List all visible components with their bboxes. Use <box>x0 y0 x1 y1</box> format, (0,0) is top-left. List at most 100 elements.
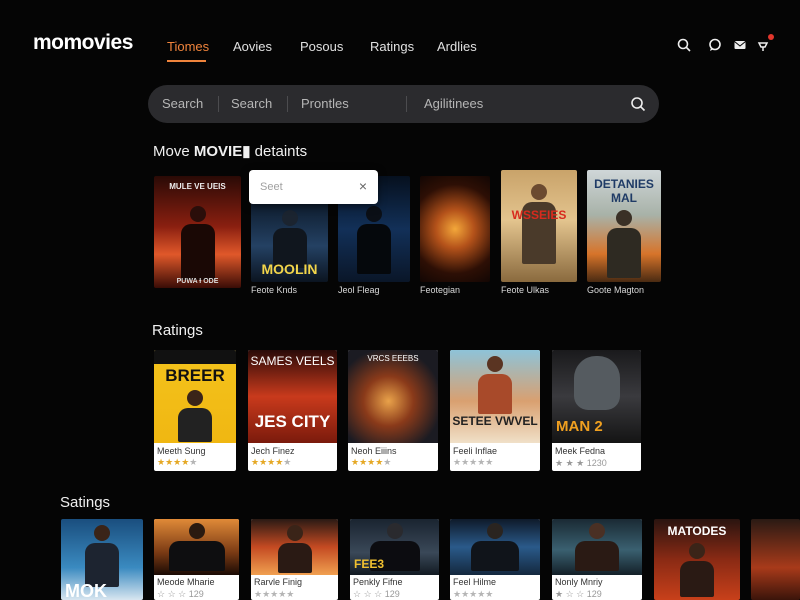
movie-poster[interactable]: MATODES <box>654 519 740 600</box>
movie-name: Feote Knds <box>251 285 298 295</box>
rating-card-title: Neoh Eiiins <box>351 446 397 456</box>
section-title-ratings: Ratings <box>152 322 203 339</box>
mail-icon[interactable] <box>733 38 747 52</box>
movie-card-sub: ☆ ☆ ☆ 129 <box>353 589 400 599</box>
close-icon[interactable]: × <box>359 178 367 194</box>
movie-card-title: Meode Mharie <box>157 577 215 587</box>
poster-figure <box>471 523 519 571</box>
rating-card-title: Jech Finez <box>251 446 295 456</box>
poster-title: BREER <box>165 366 225 385</box>
star-rating: ★★★★★ <box>157 457 198 467</box>
nav-item-ratings[interactable]: Ratings <box>370 39 414 54</box>
movie-poster[interactable] <box>420 176 490 282</box>
movie-card[interactable]: Nonly Mnriy ★ ☆ ☆ 129 <box>552 519 642 600</box>
poster-figure <box>277 525 312 573</box>
poster-art <box>751 519 800 600</box>
popup-search-input[interactable]: Seet <box>260 181 283 193</box>
poster-figure <box>478 356 512 414</box>
section-title-satings: Satings <box>60 494 111 511</box>
poster-subtitle: PUWA Ɨ ODE <box>176 278 219 285</box>
search-popup[interactable]: Seet × <box>249 170 378 204</box>
title-part: Move <box>153 143 194 160</box>
movie-card[interactable]: Rarvle Finig ★★★★★ <box>251 519 338 600</box>
poster-title: MOOLIN <box>261 261 318 277</box>
poster-figure <box>168 523 225 571</box>
poster-title: DETANIES MAL <box>594 177 654 205</box>
poster-figure <box>85 525 119 587</box>
search-segment-agilities[interactable]: Agilitinees <box>424 96 483 111</box>
poster-title: JES CITY <box>254 412 331 431</box>
movie-card-title: Penkly Fifne <box>353 577 403 587</box>
rating-card-title: Feeli Inflae <box>453 446 498 456</box>
rating-card[interactable]: SETEE VWVEL Feeli Inflae ★★★★★ <box>450 350 540 471</box>
poster-figure <box>272 210 307 268</box>
poster-title: MATODES <box>667 524 727 538</box>
movie-name: Feotegian <box>420 285 461 295</box>
poster-title: WSSEIES <box>511 208 567 222</box>
poster-figure <box>178 390 212 442</box>
notification-icon[interactable] <box>756 34 774 52</box>
rating-card[interactable]: BREER Meeth Sung ★★★★★ <box>154 350 236 471</box>
search-segment-profiles[interactable]: Prontles <box>301 96 349 111</box>
rating-card[interactable]: VRCS EEEBS Neoh Eiiins ★★★★★ <box>348 350 438 471</box>
rating-card[interactable]: SAMES VEELS JES CITY Jech Finez ★★★★★ <box>248 350 337 471</box>
nav-item-aovies[interactable]: Aovies <box>233 39 272 54</box>
poster-title: MULE VE UEIS <box>169 182 226 191</box>
movie-card[interactable]: Meode Mharie ☆ ☆ ☆ 129 <box>154 519 239 600</box>
nav-item-ardlies[interactable]: Ardlies <box>437 39 477 54</box>
poster-art <box>420 176 490 282</box>
search-separator <box>218 96 219 112</box>
movie-card-title: Feel Hilme <box>453 577 497 587</box>
movie-caption: Jeol Fleag <box>338 285 380 295</box>
poster-figure <box>180 206 215 280</box>
movie-card-title: Rarvle Finig <box>254 577 303 587</box>
search-segment-2[interactable]: Search <box>231 96 272 111</box>
movie-card-sub: ★ ☆ ☆ 129 <box>555 589 602 599</box>
star-rating: ★★★★★ <box>453 457 494 467</box>
poster-top-text: SAMES VEELS <box>250 354 335 368</box>
poster-figure <box>607 210 641 278</box>
title-part: detaints <box>250 143 308 160</box>
movie-poster[interactable] <box>751 519 800 600</box>
movie-poster[interactable]: MULE VE UEIS PUWA Ɨ ODE <box>154 176 241 288</box>
movie-caption: Feote Knds <box>251 285 297 295</box>
star-rating: ★★★★★ <box>453 589 494 599</box>
movie-caption: Feote Ulkas <box>501 285 549 295</box>
star-rating: ★★★★★ <box>251 457 292 467</box>
poster-figure <box>680 543 714 597</box>
search-segment-1[interactable]: Search <box>162 96 203 111</box>
star-rating: ★★★★★ <box>254 589 295 599</box>
chat-icon[interactable] <box>708 38 722 52</box>
rating-card-title: Meeth Sung <box>157 446 206 456</box>
search-separator <box>287 96 288 112</box>
star-rating: ★★★★★ <box>351 457 392 467</box>
movie-card-sub: ☆ ☆ ☆ 129 <box>157 589 204 599</box>
nav-item-posous[interactable]: Posous <box>300 39 343 54</box>
movie-card-title: Nonly Mnriy <box>555 577 603 587</box>
poster-figure <box>575 523 619 571</box>
poster-figure <box>522 184 556 264</box>
poster-top-text: VRCS EEEBS <box>367 354 419 363</box>
rating-card-title: Meek Fedna <box>555 446 606 456</box>
app-logo[interactable]: momovies <box>33 31 133 55</box>
search-bar[interactable]: Search Search Prontles Agilitinees <box>148 85 659 123</box>
poster-figure <box>357 206 391 274</box>
movie-poster[interactable]: MOOLIN <box>251 202 328 282</box>
movie-poster[interactable]: WSSEIES <box>501 170 577 282</box>
poster-title: MAN 2 <box>556 418 603 435</box>
rating-card[interactable]: MAN 2 Meek Fedna ★ ★ ★ 1230 <box>552 350 641 471</box>
movie-caption: Goote Magton <box>587 285 644 295</box>
movie-poster[interactable]: DETANIES MAL <box>587 170 661 282</box>
search-submit-icon[interactable] <box>630 96 646 112</box>
movie-poster[interactable]: MOK <box>61 519 143 600</box>
movie-card[interactable]: Feel Hilme ★★★★★ <box>450 519 540 600</box>
section-title-details: Move MOVIE▮ detaints <box>153 142 307 160</box>
poster-figure <box>574 356 620 410</box>
search-icon[interactable] <box>677 38 691 52</box>
title-bold: MOVIE <box>193 143 243 160</box>
search-separator <box>406 96 407 112</box>
poster-title: FEE3 <box>354 557 385 571</box>
movie-caption: Feotegian <box>420 285 460 295</box>
movie-card[interactable]: FEE3 Penkly Fifne ☆ ☆ ☆ 129 <box>350 519 439 600</box>
nav-item-tiomes[interactable]: Tiomes <box>167 39 209 54</box>
